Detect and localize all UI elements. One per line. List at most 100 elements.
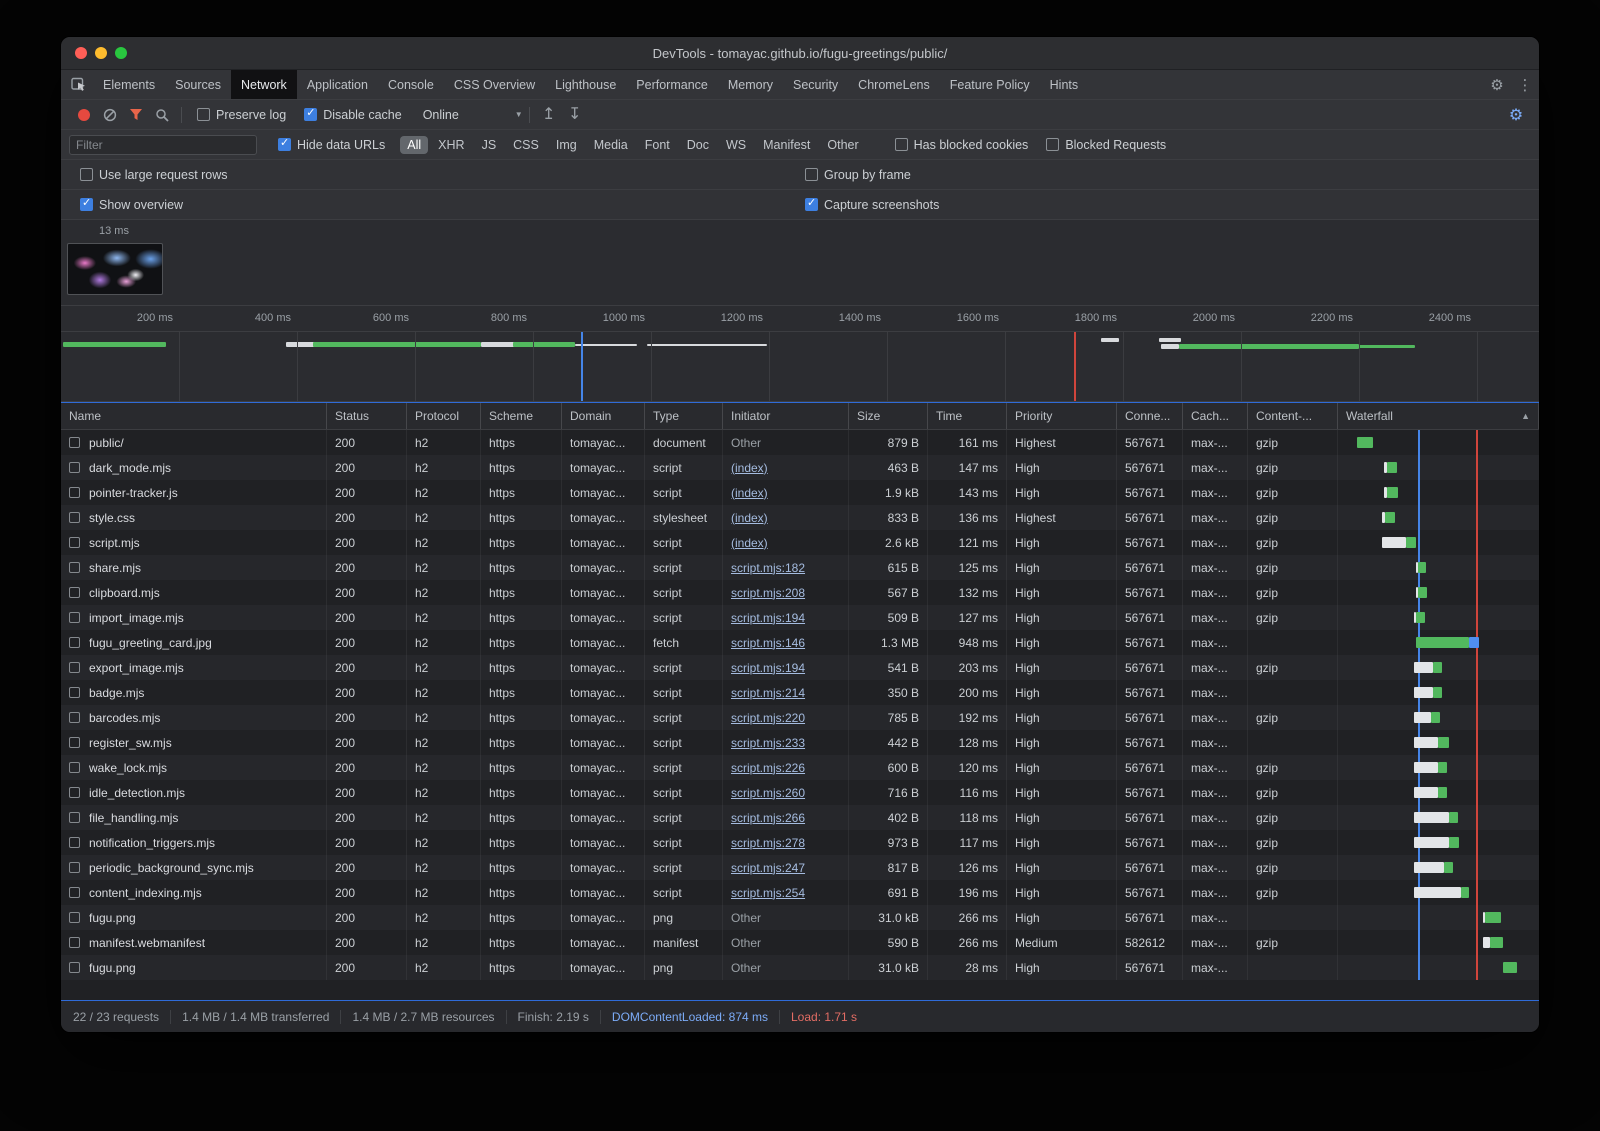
tab-application[interactable]: Application [297, 70, 378, 99]
show-overview-checkbox[interactable]: Show overview [80, 198, 183, 212]
column-header-content[interactable]: Content-... [1248, 403, 1338, 429]
table-row[interactable]: fugu.png200h2httpstomayac...pngOther31.0… [61, 955, 1539, 980]
tab-network[interactable]: Network [231, 70, 297, 99]
column-header-cache[interactable]: Cach... [1183, 403, 1248, 429]
initiator-link[interactable]: (index) [723, 480, 849, 505]
tab-chromelens[interactable]: ChromeLens [848, 70, 940, 99]
initiator-link[interactable]: script.mjs:194 [723, 605, 849, 630]
column-header-scheme[interactable]: Scheme [481, 403, 562, 429]
initiator-link[interactable]: script.mjs:182 [723, 555, 849, 580]
minimize-button[interactable] [95, 47, 107, 59]
column-header-name[interactable]: Name [61, 403, 327, 429]
tab-memory[interactable]: Memory [718, 70, 783, 99]
table-row[interactable]: script.mjs200h2httpstomayac...script(ind… [61, 530, 1539, 555]
checkbox-box[interactable] [80, 198, 93, 211]
table-row[interactable]: style.css200h2httpstomayac...stylesheet(… [61, 505, 1539, 530]
initiator-link[interactable]: script.mjs:233 [723, 730, 849, 755]
tab-elements[interactable]: Elements [93, 70, 165, 99]
table-row[interactable]: content_indexing.mjs200h2httpstomayac...… [61, 880, 1539, 905]
table-row[interactable]: dark_mode.mjs200h2httpstomayac...script(… [61, 455, 1539, 480]
initiator-link[interactable]: script.mjs:214 [723, 680, 849, 705]
column-header-size[interactable]: Size [849, 403, 928, 429]
column-header-priority[interactable]: Priority [1007, 403, 1117, 429]
tab-performance[interactable]: Performance [626, 70, 718, 99]
table-row[interactable]: clipboard.mjs200h2httpstomayac...scripts… [61, 580, 1539, 605]
initiator-link[interactable]: script.mjs:278 [723, 830, 849, 855]
capture-screenshots-checkbox[interactable]: Capture screenshots [805, 198, 939, 212]
disable-cache-checkbox[interactable]: Disable cache [304, 108, 402, 122]
filter-type-css[interactable]: CSS [506, 136, 546, 154]
table-row[interactable]: file_handling.mjs200h2httpstomayac...scr… [61, 805, 1539, 830]
table-row[interactable]: fugu.png200h2httpstomayac...pngOther31.0… [61, 905, 1539, 930]
table-row[interactable]: import_image.mjs200h2httpstomayac...scri… [61, 605, 1539, 630]
kebab-menu-icon[interactable]: ⋮ [1511, 70, 1539, 99]
has-blocked-cookies-checkbox[interactable]: Has blocked cookies [895, 138, 1029, 152]
initiator-link[interactable]: script.mjs:220 [723, 705, 849, 730]
table-row[interactable]: fugu_greeting_card.jpg200h2httpstomayac.… [61, 630, 1539, 655]
column-header-initiator[interactable]: Initiator [723, 403, 849, 429]
preserve-log-checkbox[interactable]: Preserve log [197, 108, 286, 122]
column-header-domain[interactable]: Domain [562, 403, 645, 429]
tab-console[interactable]: Console [378, 70, 444, 99]
checkbox-box[interactable] [304, 108, 317, 121]
filter-type-xhr[interactable]: XHR [431, 136, 471, 154]
use-large-request-rows-checkbox[interactable]: Use large request rows [80, 168, 228, 182]
clear-icon[interactable] [97, 103, 123, 127]
initiator-link[interactable]: (index) [723, 530, 849, 555]
filter-type-font[interactable]: Font [638, 136, 677, 154]
devtools-settings-gear-icon[interactable]: ⚙ [1483, 70, 1511, 99]
import-har-icon[interactable]: ↥ [536, 103, 562, 127]
close-button[interactable] [75, 47, 87, 59]
blocked-requests-checkbox[interactable]: Blocked Requests [1046, 138, 1166, 152]
tab-css-overview[interactable]: CSS Overview [444, 70, 545, 99]
record-button[interactable] [71, 103, 97, 127]
throttling-dropdown[interactable]: Online ▼ [423, 108, 523, 122]
checkbox-box[interactable] [197, 108, 210, 121]
filter-input[interactable] [69, 135, 257, 155]
checkbox-box[interactable] [805, 168, 818, 181]
tab-security[interactable]: Security [783, 70, 848, 99]
filter-type-manifest[interactable]: Manifest [756, 136, 817, 154]
initiator-link[interactable]: script.mjs:226 [723, 755, 849, 780]
checkbox-box[interactable] [1046, 138, 1059, 151]
table-row[interactable]: badge.mjs200h2httpstomayac...scriptscrip… [61, 680, 1539, 705]
filter-type-media[interactable]: Media [587, 136, 635, 154]
checkbox-box[interactable] [805, 198, 818, 211]
table-row[interactable]: wake_lock.mjs200h2httpstomayac...scripts… [61, 755, 1539, 780]
initiator-link[interactable]: script.mjs:266 [723, 805, 849, 830]
column-header-status[interactable]: Status [327, 403, 407, 429]
column-header-connection[interactable]: Conne... [1117, 403, 1183, 429]
table-row[interactable]: notification_triggers.mjs200h2httpstomay… [61, 830, 1539, 855]
table-row[interactable]: register_sw.mjs200h2httpstomayac...scrip… [61, 730, 1539, 755]
filter-type-img[interactable]: Img [549, 136, 584, 154]
initiator-link[interactable]: script.mjs:208 [723, 580, 849, 605]
column-header-type[interactable]: Type [645, 403, 723, 429]
filter-type-doc[interactable]: Doc [680, 136, 716, 154]
column-header-protocol[interactable]: Protocol [407, 403, 481, 429]
initiator-link[interactable]: (index) [723, 455, 849, 480]
column-header-waterfall[interactable]: Waterfall▲ [1338, 403, 1539, 429]
table-row[interactable]: idle_detection.mjs200h2httpstomayac...sc… [61, 780, 1539, 805]
group-by-frame-checkbox[interactable]: Group by frame [805, 168, 911, 182]
filter-type-js[interactable]: JS [475, 136, 504, 154]
tab-sources[interactable]: Sources [165, 70, 231, 99]
export-har-icon[interactable]: ↧ [562, 103, 588, 127]
initiator-link[interactable]: (index) [723, 505, 849, 530]
column-header-time[interactable]: Time [928, 403, 1007, 429]
checkbox-box[interactable] [278, 138, 291, 151]
tab-hints[interactable]: Hints [1040, 70, 1088, 99]
network-settings-gear-icon[interactable]: ⚙ [1503, 103, 1529, 127]
table-row[interactable]: share.mjs200h2httpstomayac...scriptscrip… [61, 555, 1539, 580]
filter-funnel-icon[interactable] [123, 103, 149, 127]
tab-feature-policy[interactable]: Feature Policy [940, 70, 1040, 99]
filter-type-other[interactable]: Other [820, 136, 865, 154]
table-row[interactable]: pointer-tracker.js200h2httpstomayac...sc… [61, 480, 1539, 505]
inspect-icon[interactable] [65, 70, 93, 99]
initiator-link[interactable]: script.mjs:260 [723, 780, 849, 805]
table-row[interactable]: barcodes.mjs200h2httpstomayac...scriptsc… [61, 705, 1539, 730]
filter-type-ws[interactable]: WS [719, 136, 753, 154]
initiator-link[interactable]: script.mjs:254 [723, 880, 849, 905]
overview-timeline[interactable]: 200 ms400 ms600 ms800 ms1000 ms1200 ms14… [61, 306, 1539, 402]
filter-type-all[interactable]: All [400, 136, 428, 154]
hide-data-urls-checkbox[interactable]: Hide data URLs [278, 138, 385, 152]
